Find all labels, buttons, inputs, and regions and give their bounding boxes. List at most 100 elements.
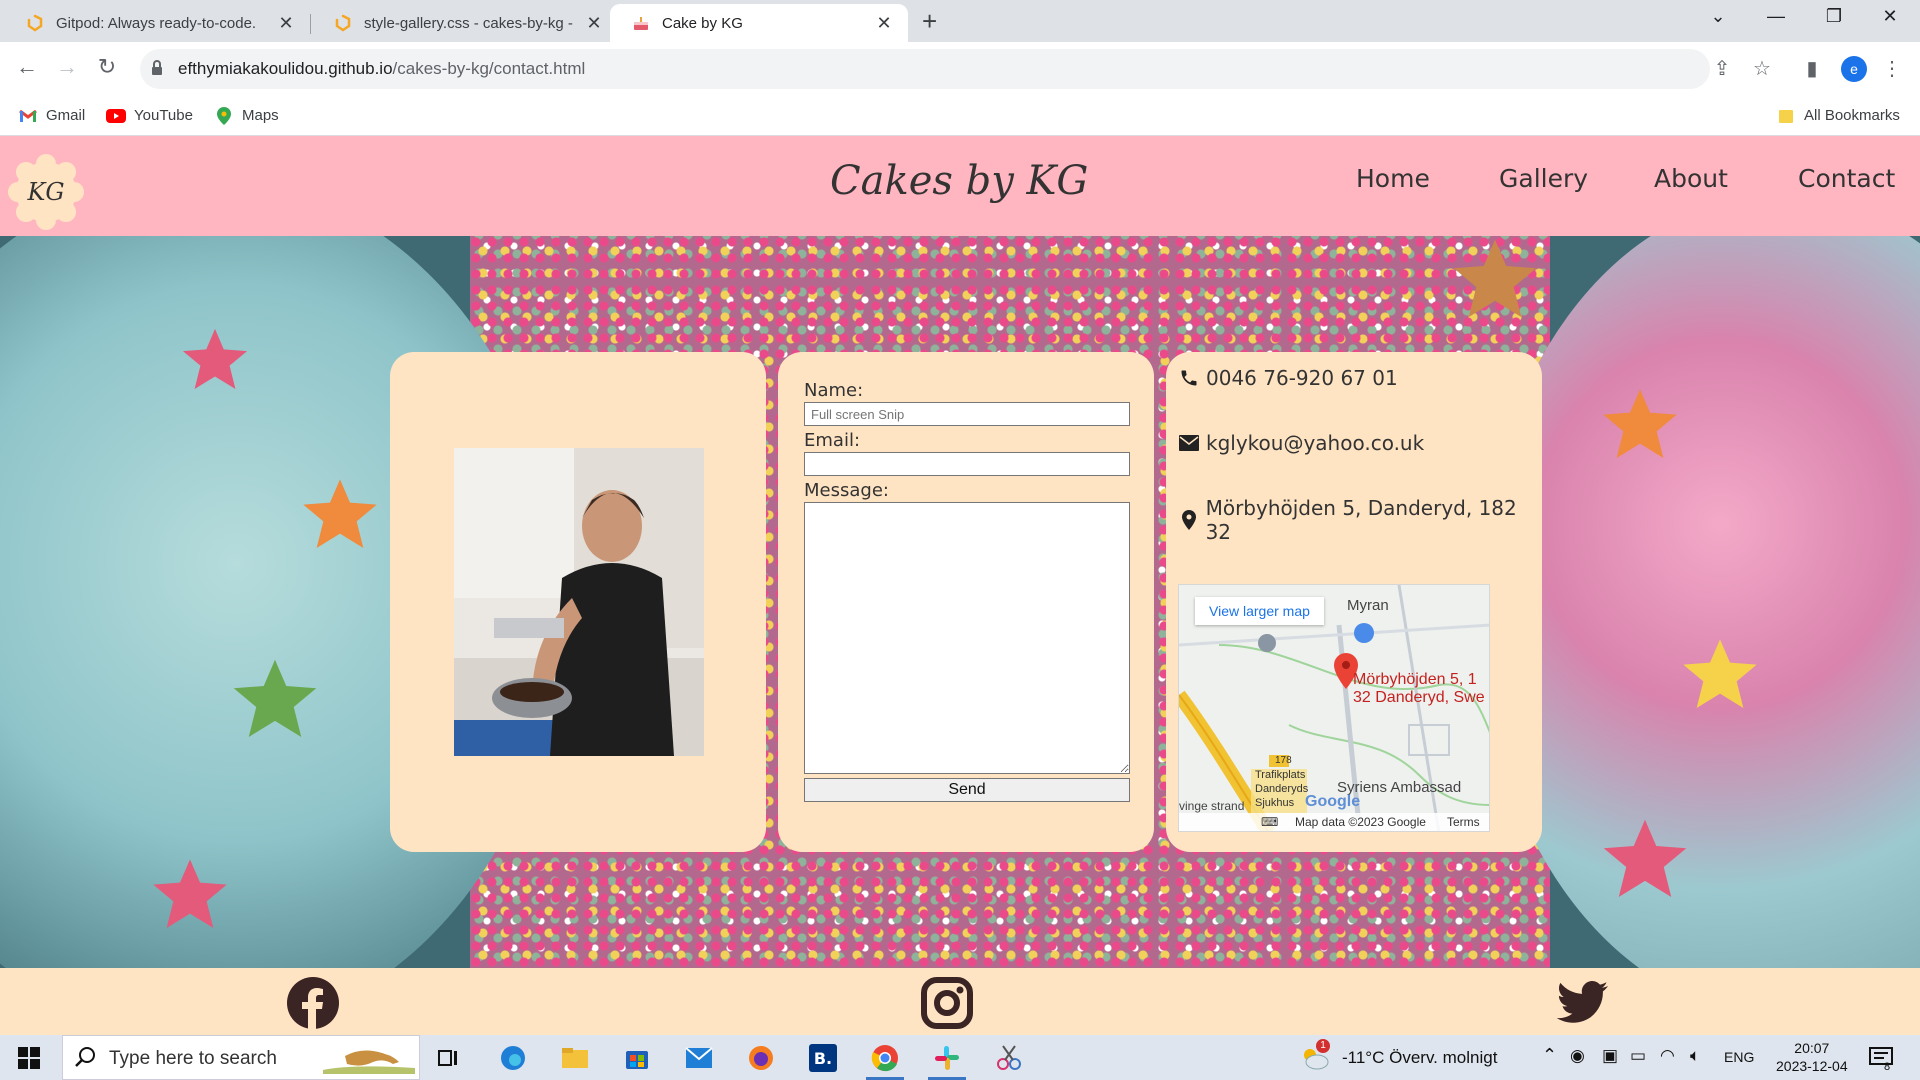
taskbar-search[interactable]: Type here to search	[62, 1035, 420, 1080]
gitpod-favicon-icon	[26, 14, 44, 32]
volume-icon[interactable]: 🔈︎	[1690, 1046, 1700, 1066]
keyboard-icon[interactable]: ⌨	[1261, 815, 1278, 829]
email-address[interactable]: kglykou@yahoo.co.uk	[1206, 431, 1424, 455]
booking-app-icon[interactable]: B.	[806, 1042, 840, 1074]
bookmark-star-icon[interactable]: ☆	[1748, 56, 1776, 81]
name-input[interactable]	[804, 402, 1130, 426]
lock-icon	[150, 60, 164, 76]
firefox-icon[interactable]	[744, 1042, 778, 1074]
map-data-text: Map data ©2023 Google	[1295, 815, 1426, 829]
close-tab-icon[interactable]: ✕	[276, 13, 296, 34]
embedded-google-map[interactable]: View larger map Myran Mörbyhöjden 5, 1 3…	[1178, 584, 1490, 832]
star-sprinkle-icon	[182, 328, 248, 389]
phone-icon	[1178, 367, 1200, 389]
map-poi-label: Trafikplats	[1255, 769, 1306, 781]
wifi-icon[interactable]: ◠	[1660, 1046, 1675, 1066]
svg-text:B.: B.	[814, 1049, 832, 1068]
bookmark-gmail[interactable]: Gmail	[18, 107, 85, 124]
menu-kebab-icon[interactable]: ⋮	[1878, 56, 1906, 81]
youtube-icon	[106, 108, 126, 124]
baker-photo	[454, 448, 704, 756]
kg-logo[interactable]: KG	[8, 154, 84, 230]
contact-info-card: 0046 76-920 67 01 kglykou@yahoo.co.uk Mö…	[1166, 352, 1542, 852]
file-explorer-icon[interactable]	[558, 1042, 592, 1074]
nav-contact[interactable]: Contact	[1798, 164, 1895, 193]
email-label: Email:	[804, 430, 861, 451]
site-header: KG Cakes by KG Home Gallery About Contac…	[0, 136, 1920, 236]
tab-search-chevron-icon[interactable]: ⌄	[1698, 6, 1738, 27]
close-tab-icon[interactable]: ✕	[874, 13, 894, 34]
media-icon[interactable]: ◉	[1570, 1046, 1585, 1066]
tab-title: Cake by KG	[662, 14, 743, 32]
tray-chevron-icon[interactable]: ⌃	[1542, 1045, 1557, 1066]
windows-start-icon[interactable]	[12, 1042, 46, 1074]
search-highlight-image	[323, 1042, 415, 1074]
map-marker-icon	[1178, 509, 1200, 531]
address-bar[interactable]: efthymiakakoulidou.github.io/cakes-by-kg…	[140, 49, 1710, 89]
star-sprinkle-icon	[1603, 819, 1687, 897]
nav-home[interactable]: Home	[1356, 164, 1430, 193]
map-address-line: Mörbyhöjden 5, 1	[1353, 671, 1477, 688]
restore-icon[interactable]: ❐	[1814, 6, 1854, 27]
mail-icon[interactable]	[682, 1042, 716, 1074]
map-address-line: 32 Danderyd, Swe	[1353, 689, 1485, 706]
tab-cake-by-kg[interactable]: Cake by KG ✕	[610, 4, 908, 42]
weather-text[interactable]: -11°C Överv. molnigt	[1342, 1048, 1497, 1068]
side-panel-icon[interactable]: ▮	[1798, 56, 1826, 81]
bookmark-maps[interactable]: Maps	[214, 106, 279, 125]
close-tab-icon[interactable]: ✕	[584, 13, 604, 34]
chrome-icon[interactable]	[868, 1042, 902, 1074]
message-textarea[interactable]	[804, 502, 1130, 774]
email-input[interactable]	[804, 452, 1130, 476]
name-label: Name:	[804, 380, 864, 401]
forward-arrow-icon[interactable]: →	[52, 54, 82, 80]
map-road-label: vinge strand	[1179, 799, 1245, 813]
star-sprinkle-icon	[153, 859, 227, 928]
language-indicator[interactable]: ENG	[1724, 1049, 1754, 1065]
nav-gallery[interactable]: Gallery	[1499, 164, 1588, 193]
instagram-icon[interactable]	[920, 976, 974, 1030]
tab-style-gallery[interactable]: style-gallery.css - cakes-by-kg - ✕	[312, 4, 618, 42]
envelope-icon	[1178, 432, 1200, 454]
google-logo: Google	[1305, 793, 1361, 810]
view-larger-map-link[interactable]: View larger map	[1195, 597, 1324, 625]
close-window-icon[interactable]: ✕	[1870, 6, 1910, 27]
tab-separator	[310, 14, 311, 34]
snipping-tool-icon[interactable]	[992, 1042, 1026, 1074]
task-view-icon[interactable]	[432, 1042, 466, 1074]
send-button[interactable]: Send	[804, 778, 1130, 802]
battery-icon[interactable]: ▭	[1630, 1046, 1646, 1066]
twitter-icon[interactable]	[1556, 976, 1610, 1030]
cake-background-image: Name: Email: Message: Send 0046 76-920 6…	[0, 236, 1920, 968]
profile-avatar[interactable]: e	[1841, 56, 1867, 82]
url-text: efthymiakakoulidou.github.io/cakes-by-kg…	[178, 59, 585, 79]
clock-date: 2023-12-04	[1776, 1058, 1848, 1074]
email-row: kglykou@yahoo.co.uk	[1178, 431, 1424, 455]
all-bookmarks[interactable]: All Bookmarks	[1776, 107, 1900, 124]
share-icon[interactable]: ⇪	[1708, 56, 1736, 81]
map-terms-link[interactable]: Terms	[1447, 815, 1480, 829]
phone-number[interactable]: 0046 76-920 67 01	[1206, 366, 1398, 390]
nav-about[interactable]: About	[1654, 164, 1728, 193]
new-tab-icon[interactable]: +	[922, 6, 937, 37]
minimize-icon[interactable]: —	[1756, 6, 1796, 27]
phone-row: 0046 76-920 67 01	[1178, 366, 1398, 390]
facebook-icon[interactable]	[286, 976, 340, 1030]
weather-alert-badge: 1	[1316, 1039, 1330, 1053]
reload-icon[interactable]: ↻	[92, 54, 122, 80]
bookmark-youtube[interactable]: YouTube	[106, 107, 193, 124]
tab-gitpod[interactable]: Gitpod: Always ready-to-code. ✕	[4, 4, 310, 42]
back-arrow-icon[interactable]: ←	[12, 54, 42, 80]
slack-icon[interactable]	[930, 1042, 964, 1074]
system-clock[interactable]: 20:07 2023-12-04	[1776, 1039, 1848, 1075]
bookmarks-bar: Gmail YouTube Maps All Bookmarks	[0, 98, 1920, 136]
meet-now-icon[interactable]: ▣	[1602, 1046, 1618, 1066]
photo-card	[390, 352, 766, 852]
search-icon	[75, 1046, 97, 1073]
all-bookmarks-label: All Bookmarks	[1804, 107, 1900, 124]
map-poi-label: Sjukhus	[1255, 797, 1295, 809]
microsoft-store-icon[interactable]	[620, 1042, 654, 1074]
notification-center-icon[interactable]	[1864, 1042, 1898, 1074]
bookmark-label: Gmail	[46, 107, 86, 124]
edge-browser-icon[interactable]	[496, 1042, 530, 1074]
